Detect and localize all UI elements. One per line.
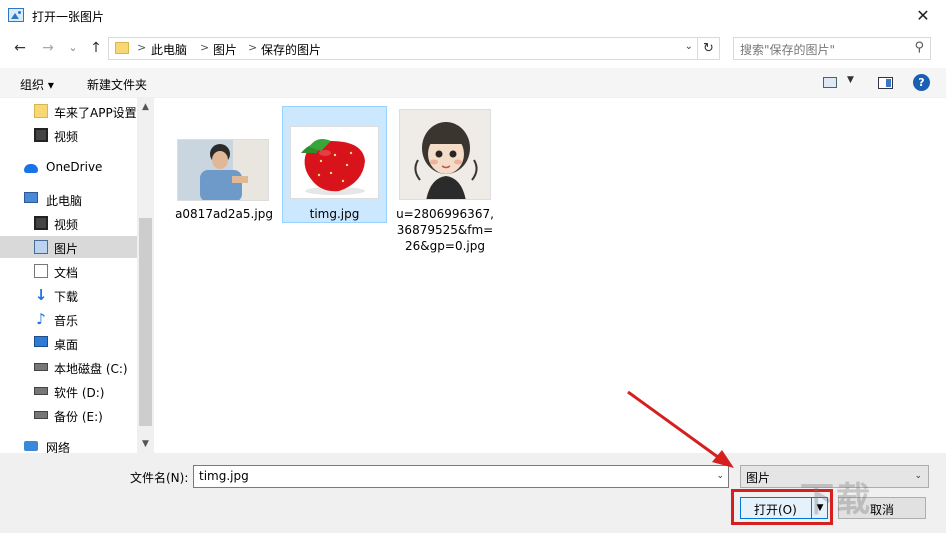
filename-value: timg.jpg (199, 469, 249, 483)
scroll-thumb[interactable] (139, 218, 152, 426)
file-name: a0817ad2a5.jpg (175, 207, 273, 221)
breadcrumb-separator: > (137, 41, 147, 54)
title-bar: 打开一张图片 ✕ (0, 0, 946, 32)
file-thumbnail (290, 126, 379, 199)
refresh-button[interactable]: ↻ (698, 37, 720, 60)
sidebar-item-label: 本地磁盘 (C:) (54, 362, 128, 376)
watermark-logo: 下载 (800, 480, 872, 520)
music-icon: ♪ (36, 310, 46, 328)
sidebar-item-label: 此电脑 (46, 194, 83, 208)
chevron-down-icon[interactable]: ⌄ (716, 471, 724, 481)
sidebar-item-videos-quick[interactable]: 视频 (0, 124, 137, 146)
search-icon: ⚲ (914, 40, 924, 55)
sidebar-item-downloads[interactable]: ↓ 下载 (0, 284, 137, 306)
file-item[interactable]: u=2806996367, 36879525&fm= 26&gp=0.jpg (394, 106, 496, 266)
desktop-icon (34, 336, 48, 347)
new-folder-button[interactable]: 新建文件夹 (87, 76, 147, 93)
sidebar-item-desktop[interactable]: 桌面 (0, 332, 137, 354)
sidebar-item-label: OneDrive (46, 160, 103, 174)
photo-thumbnail-strawberry (301, 139, 365, 195)
sidebar-item-label: 视频 (54, 218, 79, 232)
back-button[interactable]: ← (10, 38, 30, 58)
document-icon (34, 264, 48, 278)
sidebar-scrollbar[interactable]: ▲ ▼ (137, 98, 154, 453)
file-thumbnail (399, 109, 491, 200)
close-button[interactable]: ✕ (900, 0, 946, 32)
sidebar-item-videos[interactable]: 视频 (0, 212, 137, 234)
sidebar-item-music[interactable]: ♪ 音乐 (0, 308, 137, 330)
drive-icon (34, 411, 48, 419)
navigation-pane: 车来了APP设置 视频 OneDrive 此电脑 视频 图片 文档 ↓ 下载 ♪… (0, 98, 154, 453)
breadcrumb-pictures[interactable]: 图片 (213, 41, 237, 58)
file-name: timg.jpg (309, 207, 360, 221)
chevron-down-icon[interactable]: ⌄ (914, 471, 922, 481)
organize-button[interactable]: 组织 ▾ (20, 76, 54, 93)
breadcrumb-separator: > (248, 41, 258, 54)
address-bar[interactable]: > 此电脑 > 图片 > 保存的图片 ⌄ (108, 37, 698, 60)
filename-label: 文件名(N): (130, 471, 189, 485)
sidebar-item-documents[interactable]: 文档 (0, 260, 137, 282)
breadcrumb-separator: > (200, 41, 210, 54)
cloud-icon (24, 164, 38, 173)
scroll-down-button[interactable]: ▼ (137, 439, 154, 449)
sidebar-item-label: 桌面 (54, 338, 79, 352)
breadcrumb-this-pc[interactable]: 此电脑 (151, 41, 187, 58)
sidebar-item-pictures[interactable]: 图片 (0, 236, 137, 258)
sidebar-item-label: 下载 (54, 290, 79, 304)
sidebar-item-label: 视频 (54, 130, 79, 144)
forward-button[interactable]: → (38, 38, 58, 58)
sidebar-item-drive-c[interactable]: 本地磁盘 (C:) (0, 356, 137, 378)
file-thumbnail (177, 139, 269, 201)
drive-icon (34, 387, 48, 395)
sidebar-item-app-settings[interactable]: 车来了APP设置 (0, 100, 137, 122)
file-item-selected[interactable]: timg.jpg (282, 106, 387, 223)
drive-icon (34, 363, 48, 371)
sidebar-item-drive-d[interactable]: 软件 (D:) (0, 380, 137, 402)
video-icon (34, 128, 48, 142)
computer-icon (24, 192, 38, 203)
sidebar-item-label: 音乐 (54, 314, 79, 328)
search-input[interactable]: 搜索"保存的图片" ⚲ (733, 37, 931, 60)
sidebar-item-label: 文档 (54, 266, 79, 280)
breadcrumb-saved-pictures[interactable]: 保存的图片 (261, 41, 321, 58)
file-type-value: 图片 (746, 471, 771, 485)
scroll-up-button[interactable]: ▲ (137, 102, 154, 112)
folder-icon (115, 42, 129, 54)
photo-thumbnail-girl (400, 110, 490, 199)
sidebar-item-label: 图片 (54, 242, 79, 256)
video-icon (34, 216, 48, 230)
network-icon (24, 441, 38, 451)
command-toolbar: 组织 ▾ 新建文件夹 ▼ ? (0, 68, 946, 98)
file-item[interactable]: a0817ad2a5.jpg (174, 106, 274, 224)
sidebar-item-label: 车来了APP设置 (54, 106, 137, 120)
preview-pane-icon[interactable] (878, 77, 893, 89)
sidebar-item-network[interactable]: 网络 (0, 435, 137, 453)
sidebar-item-drive-e[interactable]: 备份 (E:) (0, 404, 137, 426)
window-title: 打开一张图片 (32, 10, 105, 24)
sidebar-item-label: 备份 (E:) (54, 410, 103, 424)
download-icon: ↓ (34, 286, 48, 304)
picture-icon (34, 240, 48, 254)
help-icon[interactable]: ? (913, 74, 930, 91)
file-name: u=2806996367, 36879525&fm= 26&gp=0.jpg (396, 207, 494, 253)
search-placeholder: 搜索"保存的图片" (740, 43, 836, 57)
recent-locations-button[interactable]: ⌄ (63, 38, 83, 58)
sidebar-item-this-pc[interactable]: 此电脑 (0, 188, 137, 210)
sidebar-item-label: 网络 (46, 441, 71, 453)
sidebar-item-label: 软件 (D:) (54, 386, 105, 400)
picture-app-icon (8, 8, 24, 22)
up-button[interactable]: ↑ (86, 38, 106, 58)
view-dropdown-button[interactable]: ▼ (847, 75, 854, 85)
chevron-down-icon[interactable]: ⌄ (685, 41, 693, 52)
photo-thumbnail-boy (178, 140, 268, 200)
file-list: a0817ad2a5.jpg timg.jpg u=2806996367, 36… (160, 98, 946, 453)
sidebar-item-onedrive[interactable]: OneDrive (0, 156, 137, 178)
folder-icon (34, 104, 48, 118)
view-icon[interactable] (823, 77, 837, 88)
filename-input[interactable]: timg.jpg ⌄ (193, 465, 729, 488)
